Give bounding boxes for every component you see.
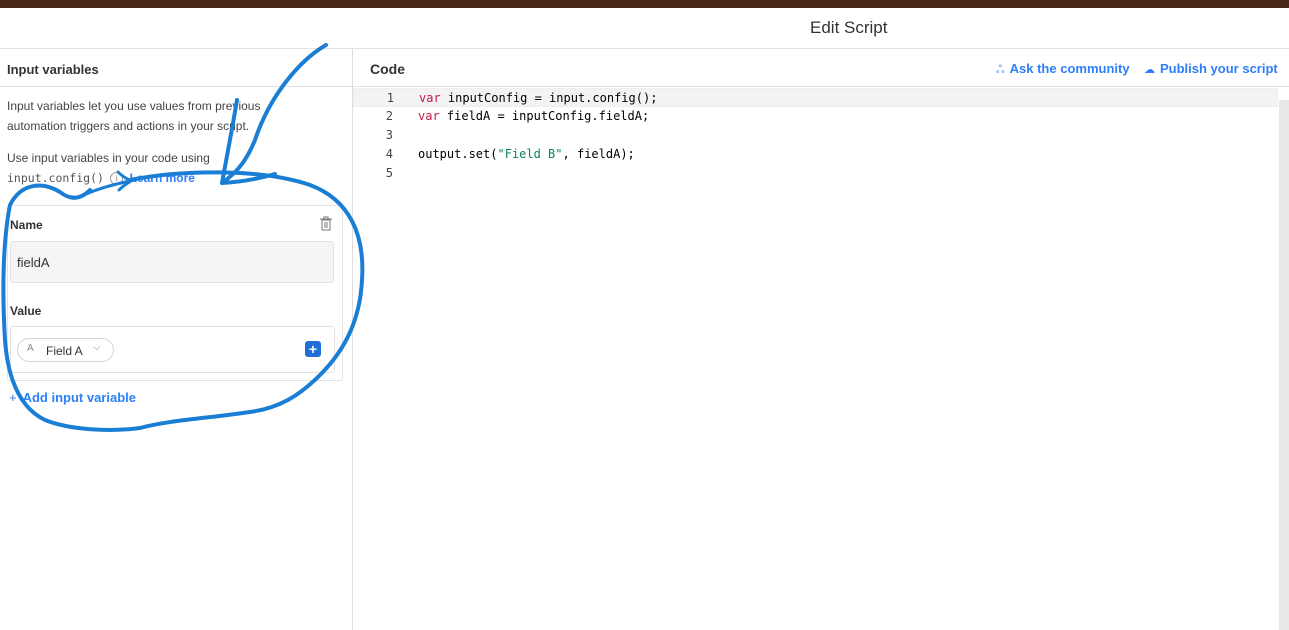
code-title: Code	[370, 61, 405, 77]
code-line[interactable]: 2 var fieldA = inputConfig.fieldA;	[353, 107, 1278, 126]
code-line[interactable]: 5	[353, 164, 1278, 183]
usage-hint: Use input variables in your code using i…	[7, 148, 307, 188]
code-text: output.set("Field B", fieldA);	[418, 147, 635, 161]
usage-text: Use input variables in your code using	[7, 151, 210, 165]
publish-script-link[interactable]: ☁ Publish your script	[1144, 61, 1278, 76]
code-line[interactable]: 4 output.set("Field B", fieldA);	[353, 145, 1278, 164]
variable-value-field[interactable]: A Field A ⌵ +	[10, 326, 335, 373]
info-icon: i	[110, 172, 124, 186]
plus-icon: +	[308, 341, 318, 357]
window-top-bar	[0, 0, 1289, 8]
trash-icon[interactable]	[319, 216, 333, 232]
name-label: Name	[10, 218, 43, 232]
plus-icon: +	[9, 390, 17, 405]
code-text: var fieldA = inputConfig.fieldA;	[418, 109, 650, 123]
add-input-variable-button[interactable]: + Add input variable	[9, 390, 136, 405]
ask-community-label: Ask the community	[1009, 61, 1130, 76]
input-variable-card: Name fieldA Value A Field A ⌵ +	[7, 205, 343, 381]
page-title: Edit Script	[810, 18, 888, 37]
line-number: 3	[385, 128, 393, 142]
code-text: var inputConfig = input.config();	[419, 91, 658, 105]
publish-icon: ☁	[1144, 64, 1155, 76]
insert-value-button[interactable]: +	[305, 341, 321, 357]
line-number: 5	[385, 166, 393, 180]
usage-code: input.config()	[7, 171, 104, 185]
code-line[interactable]: 1 var inputConfig = input.config();	[353, 88, 1278, 107]
publish-script-label: Publish your script	[1160, 61, 1278, 76]
code-header: Code ஃ Ask the community ☁ Publish your sc…	[353, 49, 1289, 87]
chevron-down-icon[interactable]: ⌵	[93, 342, 101, 353]
community-icon: ஃ	[996, 64, 1005, 76]
variable-name-input[interactable]: fieldA	[10, 241, 334, 283]
input-variables-header: Input variables	[0, 49, 352, 87]
input-variables-description: Input variables let you use values from …	[7, 99, 261, 133]
add-input-variable-label: Add input variable	[22, 390, 136, 405]
field-token-label: Field A	[46, 344, 83, 358]
field-type-icon: A	[27, 343, 34, 354]
editor-scrollbar[interactable]	[1279, 100, 1289, 630]
line-number: 4	[385, 147, 393, 161]
ask-community-link[interactable]: ஃ Ask the community	[996, 61, 1130, 78]
value-label: Value	[10, 304, 42, 318]
title-bar: Edit Script	[0, 8, 1289, 49]
line-number: 1	[386, 91, 394, 105]
line-number: 2	[385, 109, 393, 123]
code-line[interactable]: 3	[353, 126, 1278, 145]
learn-more-link[interactable]: Learn more	[130, 171, 195, 185]
code-editor[interactable]: 1 var inputConfig = input.config(); 2 va…	[353, 87, 1289, 630]
field-token-pill[interactable]: A Field A ⌵	[17, 338, 114, 362]
input-variables-panel: Input variables Input variables let you …	[0, 49, 353, 630]
